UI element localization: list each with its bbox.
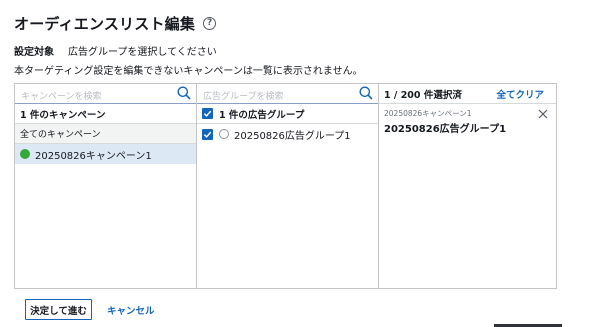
info-note: 本ターゲティング設定を編集できないキャンペーンは一覧に表示されません。 (14, 66, 363, 77)
all-campaigns-item[interactable]: 全てのキャンペーン (15, 124, 196, 144)
select-all-checkbox[interactable] (202, 108, 213, 119)
page-title: オーディエンスリスト編集 (14, 15, 196, 33)
selected-header: 1 / 200 件選択済 全てクリア (379, 84, 556, 104)
campaign-name: 20250826キャンペーン1 (35, 150, 152, 162)
confirm-button[interactable]: 決定して進む (25, 299, 92, 320)
adgroup-panel: 1 件の広告グループ 20250826広告グループ1 (197, 84, 379, 288)
page-header: オーディエンスリスト編集 ? (14, 13, 217, 34)
search-icon[interactable] (359, 86, 373, 100)
search-icon[interactable] (177, 86, 191, 100)
campaign-search-input[interactable] (15, 87, 196, 107)
target-value: 広告グループを選択してください (68, 47, 217, 58)
help-icon[interactable]: ? (203, 17, 217, 30)
selected-item-adgroup: 20250826広告グループ1 (384, 124, 507, 135)
cancel-button[interactable]: キャンセル (107, 303, 155, 317)
radio-icon (219, 129, 229, 139)
status-dot-icon (20, 149, 30, 159)
adgroup-name: 20250826広告グループ1 (234, 130, 351, 142)
selected-item-campaign: 20250826キャンペーン1 (384, 109, 472, 118)
selector-panels: 1 件のキャンペーン 全てのキャンペーン 20250826キャンペーン1 1 件… (14, 83, 557, 289)
adgroup-search (197, 84, 378, 107)
campaign-search (15, 84, 196, 107)
adgroup-count: 1 件の広告グループ (219, 109, 305, 121)
campaign-panel: 1 件のキャンペーン 全てのキャンペーン 20250826キャンペーン1 (15, 84, 197, 288)
check-icon (203, 131, 212, 138)
check-icon (203, 110, 212, 117)
adgroup-search-input[interactable] (197, 87, 378, 107)
selected-count: 1 / 200 件選択済 (384, 89, 462, 101)
campaign-list-item[interactable]: 20250826キャンペーン1 (15, 144, 196, 164)
target-label: 設定対象 (14, 47, 54, 58)
campaign-count: 1 件のキャンペーン (15, 104, 196, 124)
adgroup-checkbox[interactable] (202, 128, 213, 140)
adgroup-select-all-row: 1 件の広告グループ (197, 104, 378, 124)
selected-panel: 1 / 200 件選択済 全てクリア 20250826キャンペーン1 20250… (379, 84, 556, 288)
close-icon[interactable] (538, 109, 548, 119)
target-row: 設定対象 広告グループを選択してください (14, 43, 217, 58)
selected-item: 20250826キャンペーン1 20250826広告グループ1 (379, 104, 556, 139)
clear-all-link[interactable]: 全てクリア (496, 87, 544, 101)
adgroup-list-item[interactable]: 20250826広告グループ1 (197, 124, 378, 144)
